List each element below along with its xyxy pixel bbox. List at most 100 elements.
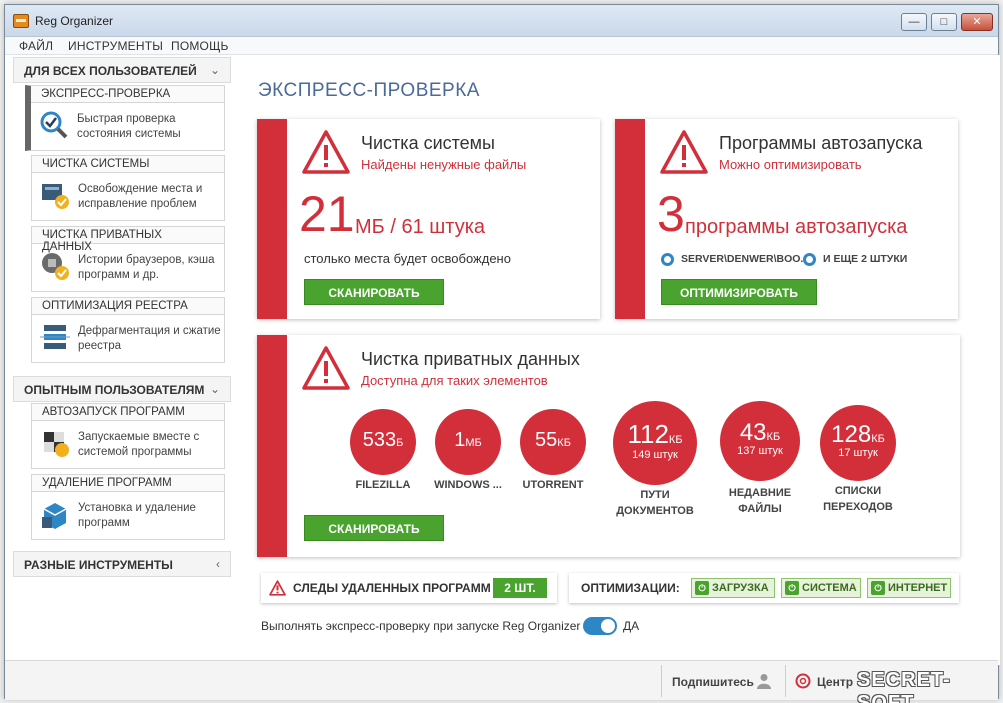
optimizations-label: ОПТИМИЗАЦИИ: xyxy=(581,581,680,595)
status-divider xyxy=(661,665,662,697)
card-stripe xyxy=(615,119,645,319)
menu-file[interactable]: ФАЙЛ xyxy=(19,39,53,53)
window-title: Reg Organizer xyxy=(35,14,114,28)
sidebar-item-desc: Запускаемые вместе с системой программы xyxy=(78,431,200,458)
menu-bar: ФАЙЛ ИНСТРУМЕНТЫ ПОМОЩЬ xyxy=(5,37,998,55)
autorun-icon xyxy=(44,432,69,457)
autorun-entry-chip[interactable]: SERVER\DENWER\BOO... xyxy=(681,253,809,265)
warning-icon xyxy=(660,130,708,174)
optimize-system-label: СИСТЕМА xyxy=(802,582,857,594)
card-title: Программы автозапуска xyxy=(719,133,923,153)
card-stripe xyxy=(257,119,287,319)
sidebar-item-title: ЭКСПРЕСС-ПРОВЕРКА xyxy=(31,86,224,103)
chevron-left-icon: ‹ xyxy=(216,557,220,571)
menu-tools[interactable]: ИНСТРУМЕНТЫ xyxy=(68,39,163,53)
sidebar: ДЛЯ ВСЕХ ПОЛЬЗОВАТЕЛЕЙ ⌄ ЭКСПРЕСС-ПРОВЕР… xyxy=(5,55,235,700)
item-label: СПИСКИ ПЕРЕХОДОВ xyxy=(823,485,893,513)
autorun-more-chip[interactable]: И ЕЩЕ 2 ШТУКИ xyxy=(823,253,907,265)
main-content: ЭКСПРЕСС-ПРОВЕРКА Чистка системы Найдены… xyxy=(235,55,1000,665)
private-item-utorrent[interactable]: 55КБ xyxy=(520,409,586,475)
watermark: SECRET-SOFT xyxy=(857,669,951,703)
app-window: Reg Organizer — □ ✕ ФАЙЛ ИНСТРУМЕНТЫ ПОМ… xyxy=(4,4,1000,703)
private-item-windows[interactable]: 1МБ xyxy=(435,409,501,475)
sidebar-item-desc: Быстрая проверка состояния системы xyxy=(77,113,181,140)
section-experienced-users[interactable]: ОПЫТНЫМ ПОЛЬЗОВАТЕЛЯМ ⌄ xyxy=(13,376,231,402)
disk-clean-icon xyxy=(42,184,69,209)
uninstall-icon xyxy=(42,503,67,529)
autorun-count-unit: программы автозапуска xyxy=(685,216,908,238)
private-item-doc-paths[interactable]: 112КБ 149 штук xyxy=(613,401,697,485)
optimize-autorun-button[interactable]: ОПТИМИЗИРОВАТЬ xyxy=(661,279,817,305)
sidebar-item-uninstall[interactable]: УДАЛЕНИЕ ПРОГРАММ Установка и удаление п… xyxy=(31,474,225,540)
section-all-users[interactable]: ДЛЯ ВСЕХ ПОЛЬЗОВАТЕЛЕЙ ⌄ xyxy=(13,57,231,83)
sidebar-item-title: УДАЛЕНИЕ ПРОГРАММ xyxy=(32,475,224,492)
section-all-users-label: ДЛЯ ВСЕХ ПОЛЬЗОВАТЕЛЕЙ xyxy=(24,64,197,78)
user-icon xyxy=(757,674,771,689)
system-clean-card: Чистка системы Найдены ненужные файлы 21… xyxy=(257,119,600,319)
power-icon: ⏻ xyxy=(785,581,799,595)
sidebar-item-system-clean[interactable]: ЧИСТКА СИСТЕМЫ Освобождение места и испр… xyxy=(31,155,225,221)
warning-icon xyxy=(302,130,350,174)
scan-system-button[interactable]: СКАНИРОВАТЬ xyxy=(304,279,444,305)
sidebar-item-desc: Истории браузеров, кэша программ и др. xyxy=(78,254,215,281)
optimize-boot-label: ЗАГРУЗКА xyxy=(712,582,769,594)
sidebar-item-desc: Установка и удаление программ xyxy=(78,502,196,529)
optimize-internet-button[interactable]: ⏻ ИНТЕРНЕТ xyxy=(867,578,951,598)
card-description: столько места будет освобождено xyxy=(304,251,511,266)
uninstall-traces-bar[interactable]: СЛЕДЫ УДАЛЕННЫХ ПРОГРАММ 2 ШТ. xyxy=(261,573,557,603)
optimize-boot-button[interactable]: ⏻ ЗАГРУЗКА xyxy=(691,578,775,598)
private-item-filezilla[interactable]: 533Б xyxy=(350,409,416,475)
optimizations-bar: ОПТИМИЗАЦИИ: ⏻ ЗАГРУЗКА ⏻ СИСТЕМА ⏻ ИНТЕРНЕ… xyxy=(569,573,959,603)
card-stripe xyxy=(257,335,287,557)
warning-icon xyxy=(269,580,286,596)
private-item-recent-files[interactable]: 43КБ 137 штук xyxy=(720,401,800,481)
item-value: 112КБ xyxy=(627,419,683,449)
chevron-down-icon: ⌄ xyxy=(209,382,220,396)
item-label: WINDOWS ... xyxy=(434,479,502,491)
menu-help[interactable]: ПОМОЩЬ xyxy=(171,39,229,53)
gear-icon xyxy=(803,253,816,266)
section-misc-tools-label: РАЗНЫЕ ИНСТРУМЕНТЫ xyxy=(24,558,173,572)
sidebar-item-autorun[interactable]: АВТОЗАПУСК ПРОГРАММ Запускаемые вместе с… xyxy=(31,403,225,469)
optimize-internet-label: ИНТЕРНЕТ xyxy=(888,582,948,594)
item-value: 43КБ xyxy=(739,419,781,446)
private-clean-icon xyxy=(42,253,69,280)
autorun-count-value: 3 xyxy=(657,186,685,242)
item-count: 149 штук xyxy=(632,449,678,461)
item-value: 55КБ xyxy=(535,429,571,451)
card-subtitle: Найдены ненужные файлы xyxy=(361,157,527,172)
power-icon: ⏻ xyxy=(871,581,885,595)
sidebar-item-registry-optimize[interactable]: ОПТИМИЗАЦИЯ РЕЕСТРА Дефрагментация и сжа… xyxy=(31,297,225,363)
item-value: 128КБ xyxy=(831,421,885,448)
sidebar-item-title: ЧИСТКА ПРИВАТНЫХ ДАННЫХ xyxy=(32,227,224,253)
optimize-system-button[interactable]: ⏻ СИСТЕМА xyxy=(781,578,861,598)
status-divider xyxy=(785,665,786,697)
sidebar-item-express-check[interactable]: ЭКСПРЕСС-ПРОВЕРКА Быстрая проверка состо… xyxy=(25,85,225,151)
sidebar-item-title: АВТОЗАПУСК ПРОГРАММ xyxy=(32,404,224,421)
sidebar-item-private-clean[interactable]: ЧИСТКА ПРИВАТНЫХ ДАННЫХ Истории браузеро… xyxy=(31,226,225,292)
section-experienced-users-label: ОПЫТНЫМ ПОЛЬЗОВАТЕЛЯМ xyxy=(24,383,205,397)
minimize-button[interactable]: — xyxy=(901,13,927,31)
private-item-jump-lists[interactable]: 128КБ 17 штук xyxy=(820,405,896,481)
item-value: 1МБ xyxy=(454,429,482,451)
item-label: ПУТИ ДОКУМЕНТОВ xyxy=(616,489,694,517)
support-center-link[interactable]: Центр xyxy=(817,675,853,689)
item-label: НЕДАВНИЕ ФАЙЛЫ xyxy=(728,487,792,515)
gear-icon xyxy=(661,253,674,266)
traces-count-badge[interactable]: 2 ШТ. xyxy=(493,578,547,598)
subscribe-link[interactable]: Подпишитесь xyxy=(672,675,754,689)
close-button[interactable]: ✕ xyxy=(961,13,993,31)
sidebar-item-title: ЧИСТКА СИСТЕМЫ xyxy=(32,156,224,173)
reg-organizer-app-icon xyxy=(13,14,29,28)
section-misc-tools[interactable]: РАЗНЫЕ ИНСТРУМЕНТЫ ‹ xyxy=(13,551,231,577)
registry-icon xyxy=(40,325,70,349)
sidebar-item-desc: Дефрагментация и сжатие реестра xyxy=(78,325,221,352)
freed-size-value: 21 xyxy=(299,186,355,242)
maximize-button[interactable]: □ xyxy=(931,13,957,31)
traces-label: СЛЕДЫ УДАЛЕННЫХ ПРОГРАММ xyxy=(293,581,491,595)
item-count: 17 штук xyxy=(838,447,878,459)
autocheck-toggle[interactable] xyxy=(583,617,617,635)
magnifier-check-icon xyxy=(40,111,68,139)
scan-private-button[interactable]: СКАНИРОВАТЬ xyxy=(304,515,444,541)
warning-icon xyxy=(302,346,350,390)
